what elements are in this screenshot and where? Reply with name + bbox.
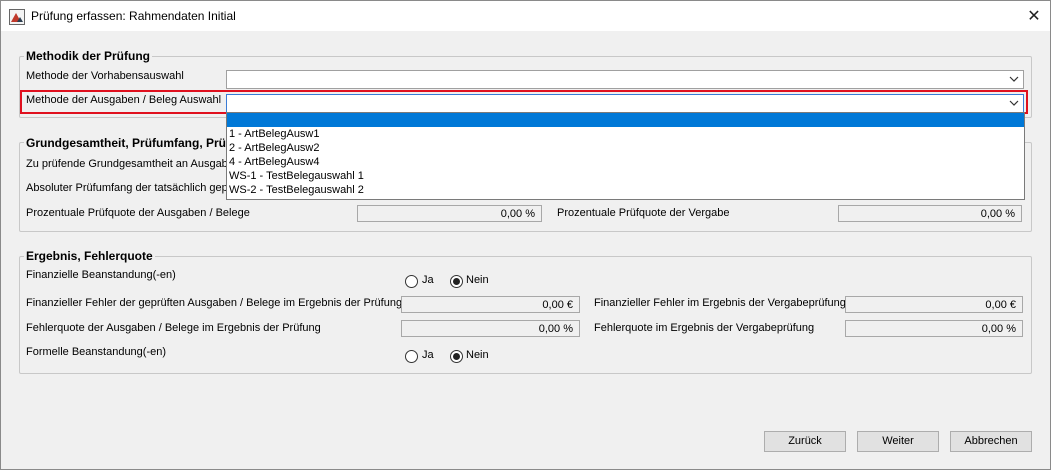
ausgaben-combo[interactable] xyxy=(226,94,1024,113)
formelle-nein-label[interactable]: Nein xyxy=(466,349,489,361)
ausgaben-label: Methode der Ausgaben / Beleg Auswahl xyxy=(26,94,222,106)
formelle-ja-label[interactable]: Ja xyxy=(422,349,434,361)
fin-beanstandung-label: Finanzielle Beanstandung(-en) xyxy=(26,269,176,281)
fehlerquote-vergabe-field[interactable]: 0,00 % xyxy=(845,320,1023,337)
quote-ausgaben-field[interactable]: 0,00 % xyxy=(357,205,542,222)
close-icon[interactable]: ✕ xyxy=(1024,7,1044,27)
formelle-nein-radio[interactable] xyxy=(450,350,463,363)
fin-fehler-ausgaben-label: Finanzieller Fehler der geprüften Ausgab… xyxy=(26,297,403,309)
fehlerquote-ausgaben-label: Fehlerquote der Ausgaben / Belege im Erg… xyxy=(26,322,321,334)
chevron-down-icon[interactable] xyxy=(1008,97,1020,109)
dropdown-option[interactable]: 4 - ArtBelegAusw4 xyxy=(227,155,1024,169)
dropdown-option[interactable] xyxy=(227,113,1024,127)
formelle-label: Formelle Beanstandung(-en) xyxy=(26,346,167,358)
fin-nein-label[interactable]: Nein xyxy=(466,274,489,286)
fin-fehler-ausgaben-field[interactable]: 0,00 € xyxy=(401,296,580,313)
app-icon xyxy=(9,9,25,25)
fehlerquote-vergabe-label: Fehlerquote im Ergebnis der Vergabeprüfu… xyxy=(594,322,815,334)
vorhabensauswahl-combo[interactable] xyxy=(226,70,1024,89)
grund-legend: Grundgesamtheit, Prüfumfang, Prüf xyxy=(24,136,233,150)
fin-fehler-vergabe-label: Finanzieller Fehler im Ergebnis der Verg… xyxy=(594,297,846,309)
fehlerquote-ausgaben-field[interactable]: 0,00 % xyxy=(401,320,580,337)
title-bar: Prüfung erfassen: Rahmendaten Initial ✕ xyxy=(1,1,1050,31)
window-title: Prüfung erfassen: Rahmendaten Initial xyxy=(31,9,236,23)
dropdown-option[interactable]: 2 - ArtBelegAusw2 xyxy=(227,141,1024,155)
methodik-legend: Methodik der Prüfung xyxy=(24,49,152,63)
quote-vergabe-field[interactable]: 0,00 % xyxy=(838,205,1022,222)
next-button[interactable]: Weiter xyxy=(857,431,939,452)
dropdown-option[interactable]: WS-1 - TestBelegauswahl 1 xyxy=(227,169,1024,183)
dropdown-option[interactable]: WS-2 - TestBelegauswahl 2 xyxy=(227,183,1024,197)
fin-ja-radio[interactable] xyxy=(405,275,418,288)
quote-ausgaben-label: Prozentuale Prüfquote der Ausgaben / Bel… xyxy=(26,207,250,219)
back-button[interactable]: Zurück xyxy=(764,431,846,452)
dropdown-option[interactable]: 1 - ArtBelegAusw1 xyxy=(227,127,1024,141)
quote-vergabe-label: Prozentuale Prüfquote der Vergabe xyxy=(557,207,730,219)
fin-fehler-vergabe-field[interactable]: 0,00 € xyxy=(845,296,1023,313)
formelle-ja-radio[interactable] xyxy=(405,350,418,363)
fin-nein-radio[interactable] xyxy=(450,275,463,288)
pruefumfang-label: Absoluter Prüfumfang der tatsächlich gep xyxy=(26,182,228,194)
ausgaben-dropdown-list[interactable]: 1 - ArtBelegAusw1 2 - ArtBelegAusw2 4 - … xyxy=(226,112,1025,200)
cancel-button[interactable]: Abbrechen xyxy=(950,431,1032,452)
grundgesamtheit-label: Zu prüfende Grundgesamtheit an Ausgabe xyxy=(26,158,234,170)
ergebnis-legend: Ergebnis, Fehlerquote xyxy=(24,249,155,263)
vorhabensauswahl-label: Methode der Vorhabensauswahl xyxy=(26,70,184,82)
chevron-down-icon[interactable] xyxy=(1008,73,1020,85)
fin-ja-label[interactable]: Ja xyxy=(422,274,434,286)
